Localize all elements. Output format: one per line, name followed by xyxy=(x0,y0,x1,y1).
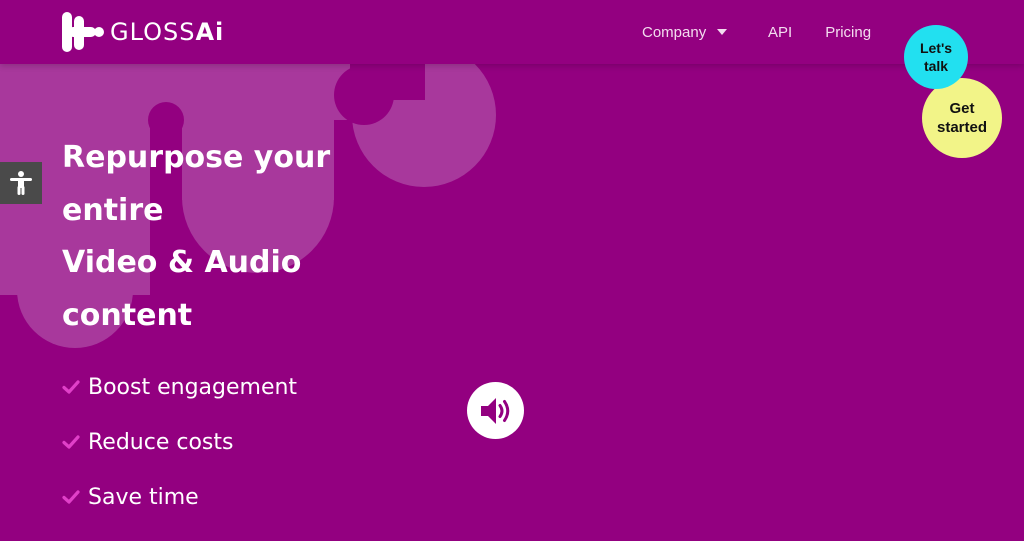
feature-label: Reduce costs xyxy=(88,430,234,455)
logo[interactable]: GLOSSAi xyxy=(60,10,224,54)
headline-line: entire xyxy=(62,192,164,228)
headline-line: Video & Audio xyxy=(62,245,302,280)
logo-text-bold: Ai xyxy=(195,18,225,46)
feature-label: Save time xyxy=(88,485,199,510)
headline-line: content xyxy=(62,297,193,333)
get-started-button[interactable]: Get started xyxy=(922,78,1002,158)
nav-item-pricing[interactable]: Pricing xyxy=(825,22,871,42)
feature-item: Boost engagement xyxy=(62,365,297,410)
nav-item-pricing-label: Pricing xyxy=(825,23,872,41)
site-header: GLOSSAi Company API Pricing xyxy=(0,0,1024,64)
check-icon xyxy=(62,489,80,504)
headline-line: Repurpose your xyxy=(62,140,331,175)
accessibility-icon xyxy=(10,171,32,195)
glossai-logo-icon xyxy=(62,12,104,52)
feature-item: Reduce costs xyxy=(62,420,297,465)
hero-headline: Repurpose your entire Video & Audio cont… xyxy=(62,132,382,342)
speaker-icon xyxy=(480,397,509,424)
nav-item-api[interactable]: API xyxy=(768,22,792,42)
nav-item-api-label: API xyxy=(768,23,793,41)
accessibility-button[interactable] xyxy=(0,162,42,204)
sound-toggle-button[interactable] xyxy=(467,382,524,439)
logo-text: GLOSSAi xyxy=(110,18,224,46)
chevron-down-icon xyxy=(717,29,728,35)
feature-label: Boost engagement xyxy=(88,375,298,400)
get-started-label: Get started xyxy=(936,100,988,136)
nav-item-company[interactable]: Company xyxy=(642,22,736,42)
check-icon xyxy=(62,434,80,449)
lets-talk-label: Let's talk xyxy=(919,40,953,74)
check-icon xyxy=(62,379,80,394)
logo-text-light: GLOSS xyxy=(110,18,196,46)
nav-item-company-label: Company xyxy=(642,23,707,41)
feature-list: Boost engagement Reduce costs Save time xyxy=(62,365,297,530)
main-nav: Company API Pricing xyxy=(642,22,871,42)
lets-talk-button[interactable]: Let's talk xyxy=(904,25,968,89)
page: GLOSSAi Company API Pricing Let's talk G… xyxy=(0,0,1024,541)
feature-item: Save time xyxy=(62,475,297,520)
